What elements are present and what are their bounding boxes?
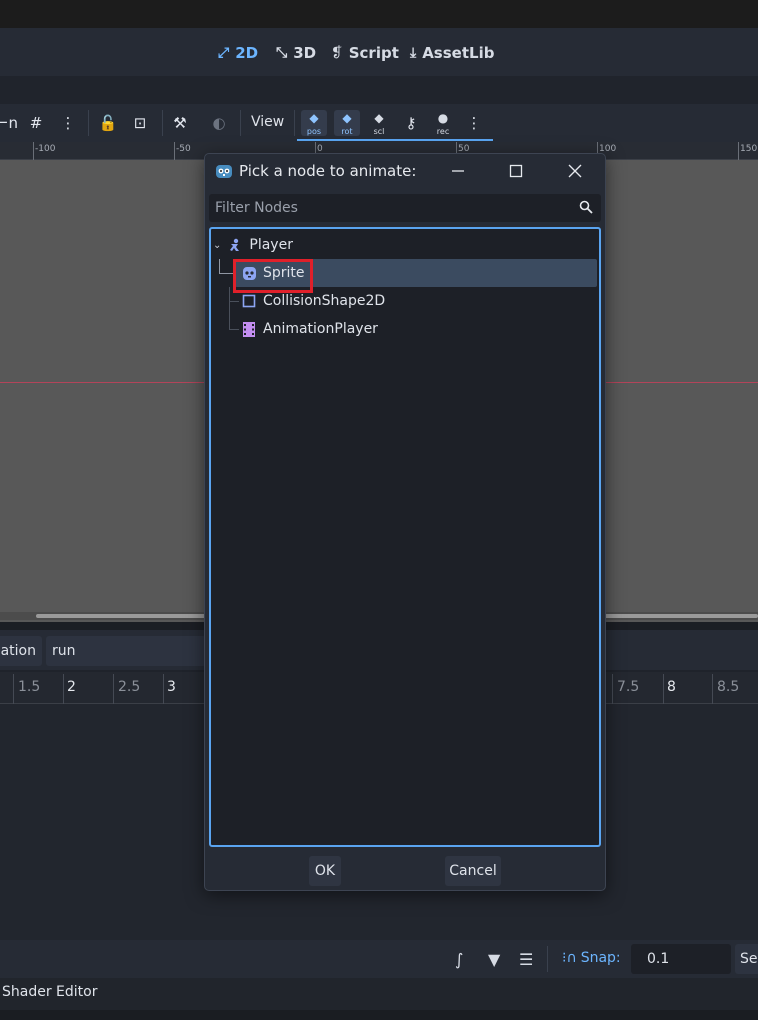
3d-icon: ⤡ [276, 45, 288, 61]
minimize-button[interactable] [447, 160, 469, 182]
key-position-button[interactable]: ◆ pos [301, 110, 327, 136]
bone-icon[interactable]: ⚒ [170, 110, 190, 136]
key-position-icon: ◆ [309, 111, 319, 125]
ruler-tick: -100 [35, 144, 56, 154]
snap-icon: ⁝∩ [562, 950, 577, 966]
maximize-icon [509, 164, 523, 178]
tree-item-label: CollisionShape2D [263, 293, 386, 309]
key-rotation-icon: ◆ [342, 111, 352, 125]
toolbar-separator [88, 110, 89, 136]
tree-connector [229, 301, 239, 302]
script-icon: ❡ [331, 45, 343, 61]
key-rotation-label: rot [341, 127, 353, 136]
camera-override-icon[interactable]: ◐ [208, 110, 230, 136]
close-icon [568, 164, 582, 178]
filter-nodes-input[interactable] [215, 200, 575, 216]
auto-key-button[interactable]: ● rec [430, 110, 456, 136]
assetlib-icon: ⤓ [410, 45, 417, 61]
animation-select[interactable]: run [46, 636, 206, 666]
minimize-icon [452, 170, 464, 172]
workspace-script-button[interactable]: ❡ Script [331, 44, 399, 62]
toolbar-separator [240, 110, 241, 136]
key-scale-icon: ◆ [374, 111, 384, 125]
tree-item-label: Player [249, 237, 293, 253]
tree-connector [229, 329, 239, 330]
timeline-mark: 8 [667, 679, 676, 695]
ok-button[interactable]: OK [309, 856, 341, 886]
close-button[interactable] [564, 160, 586, 182]
2d-icon: ⤢ [218, 45, 230, 61]
workspace-assetlib-label: AssetLib [422, 44, 495, 62]
search-icon [579, 200, 593, 214]
snap-value-input[interactable]: 0.1 [631, 944, 731, 974]
timeline-mark: 2.5 [118, 679, 141, 695]
tree-item-player[interactable]: ⌄ Player [213, 232, 293, 258]
filter-icon[interactable]: ▼ [488, 950, 500, 969]
collision-shape-icon [241, 293, 257, 309]
workspace-3d-label: 3D [293, 44, 317, 62]
bezier-curve-icon[interactable]: ∫ [455, 950, 463, 969]
workspace-3d-button[interactable]: ⤡ 3D [276, 44, 316, 62]
workspace-script-label: Script [348, 44, 399, 62]
lock-icon[interactable]: 🔓 [98, 110, 118, 136]
tree-connector [229, 287, 230, 329]
group-icon[interactable]: ⊡ [130, 110, 150, 136]
filter-nodes-field[interactable] [209, 194, 601, 222]
snap-unit-select[interactable]: Se [735, 944, 758, 974]
bottom-panel-tabs [0, 978, 758, 1010]
godot-logo-icon [216, 165, 232, 178]
window-bottom-edge [0, 1010, 758, 1020]
tree-item-label: AnimationPlayer [263, 321, 378, 337]
timeline-mark: 7.5 [617, 679, 640, 695]
snap-label: Snap: [580, 950, 621, 966]
ruler-tick: -50 [176, 144, 191, 154]
timeline-mark: 3 [167, 679, 176, 695]
highlight-annotation-box [233, 259, 313, 293]
dialog-title: Pick a node to animate: [239, 162, 417, 180]
cancel-button[interactable]: Cancel [445, 856, 501, 886]
key-scale-label: scl [373, 127, 385, 136]
tree-connector [219, 273, 233, 274]
toolbar-separator [294, 110, 295, 136]
scene-tabs-area [0, 76, 758, 104]
auto-key-icon: ● [437, 111, 449, 125]
insert-key-icon[interactable]: ⚷ [398, 110, 424, 136]
maximize-button[interactable] [505, 160, 527, 182]
key-rotation-button[interactable]: ◆ rot [334, 110, 360, 136]
animation-menu-button[interactable]: nation [0, 636, 42, 666]
snap-options-icon[interactable]: ⌐n [0, 110, 18, 136]
animation-player-icon [241, 321, 257, 337]
key-position-label: pos [306, 127, 322, 136]
tree-connector [219, 259, 220, 273]
character-body-icon [227, 237, 243, 253]
workspace-assetlib-button[interactable]: ⤓ AssetLib [410, 44, 494, 62]
key-scale-button[interactable]: ◆ scl [366, 110, 392, 136]
chevron-down-icon[interactable]: ⌄ [213, 240, 221, 251]
window-top-strip [0, 0, 758, 28]
grid-icon[interactable]: # [26, 110, 46, 136]
track-list-icon[interactable]: ☰ [519, 950, 533, 969]
workspace-2d-button[interactable]: ⤢ 2D [218, 44, 258, 62]
key-more-options-icon[interactable]: ⋮ [466, 110, 482, 136]
timeline-mark: 8.5 [717, 679, 740, 695]
tree-item-animationplayer[interactable]: AnimationPlayer [241, 316, 378, 342]
snap-toggle[interactable]: ⁝∩ Snap: [562, 950, 621, 966]
key-group-underline [297, 139, 493, 141]
ruler-tick: 150 [740, 144, 758, 154]
shader-editor-tab[interactable]: Shader Editor [2, 984, 97, 1000]
view-menu[interactable]: View [251, 114, 284, 130]
workspace-2d-label: 2D [235, 44, 259, 62]
auto-key-label: rec [436, 127, 450, 136]
more-options-icon[interactable]: ⋮ [60, 110, 76, 136]
timeline-mark: 2 [67, 679, 76, 695]
timeline-mark: 1.5 [18, 679, 41, 695]
bottom-separator [547, 946, 548, 972]
toolbar-separator [162, 110, 163, 136]
